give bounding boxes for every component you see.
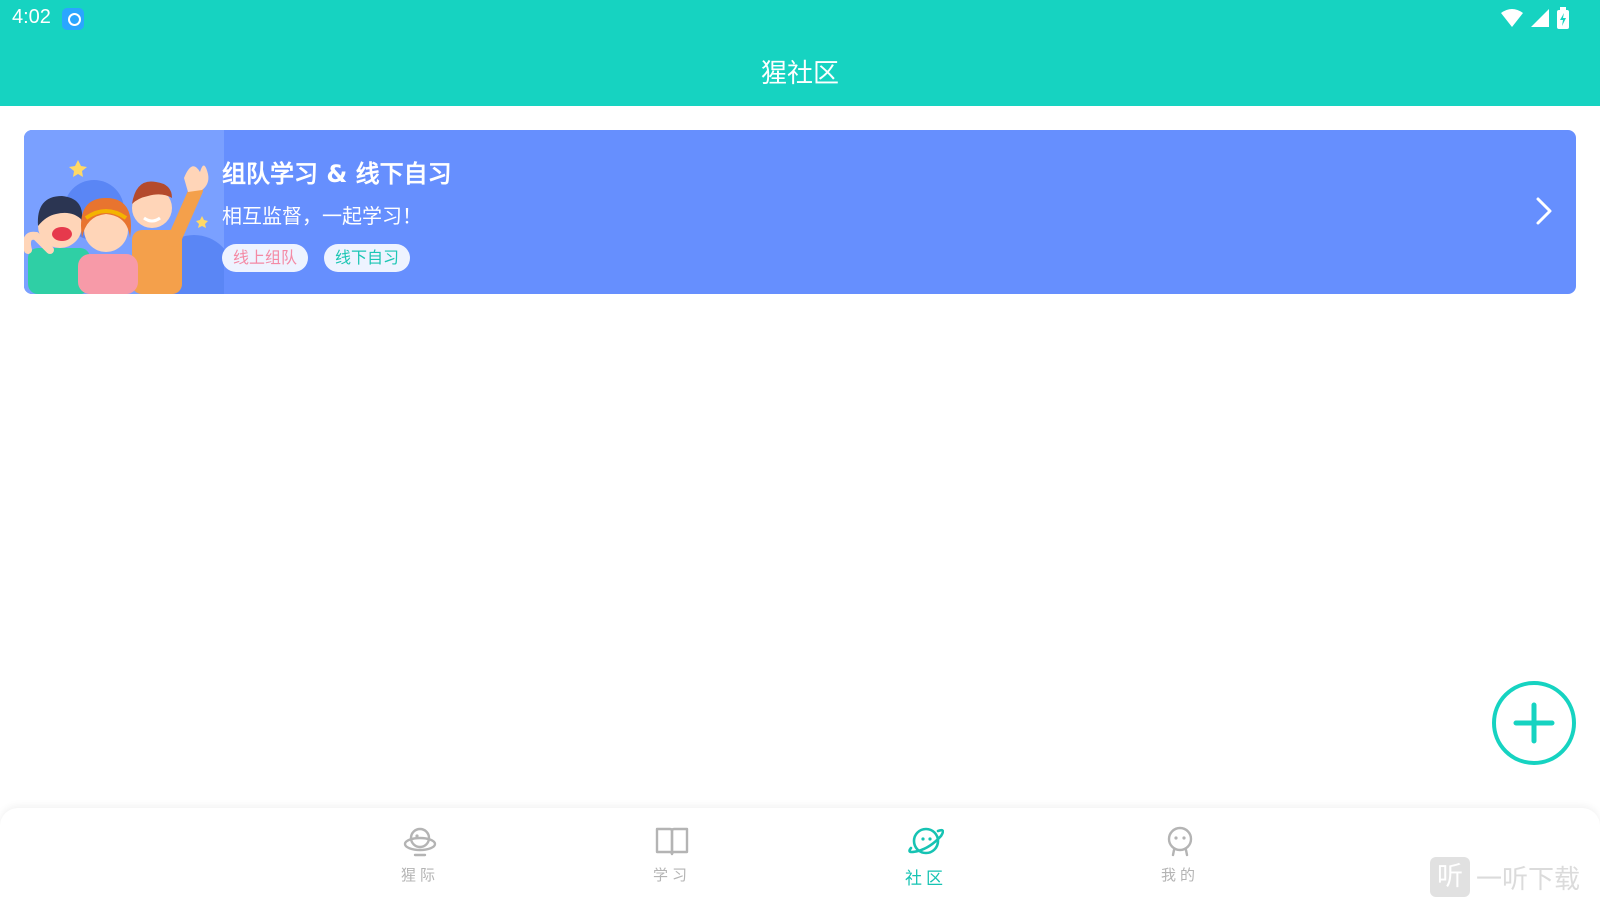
nav-label-mine: 我的 [1160, 866, 1199, 884]
nav-item-study[interactable]: 学习 [622, 824, 722, 894]
nav-item-mine[interactable]: 我的 [1130, 824, 1230, 894]
wifi-icon [1501, 9, 1523, 27]
tag-online-team[interactable]: 线上组队 [222, 244, 309, 272]
watermark-badge: 听 [1430, 857, 1470, 897]
banner-subtitle: 相互监督，一起学习！ [222, 204, 422, 228]
bottom-navigation: 猩际 学习 社区 我的 听 一听下载 [0, 808, 1600, 900]
battery-charging-icon [1557, 7, 1569, 29]
open-book-icon [655, 827, 689, 856]
plus-icon [1513, 702, 1555, 744]
face-icon [1167, 826, 1193, 857]
tag-offline-study[interactable]: 线下自习 [324, 244, 411, 272]
chevron-right-icon[interactable] [1534, 196, 1554, 226]
study-group-banner[interactable]: 组队学习 & 线下自习 相互监督，一起学习！ 线上组队 线下自习 [24, 130, 1576, 294]
nav-label-xingji: 猩际 [400, 866, 439, 884]
add-post-button[interactable] [1492, 681, 1576, 765]
watermark-text: 一听下载 [1476, 864, 1581, 895]
app-notification-icon [62, 8, 84, 30]
nav-item-xingji[interactable]: 猩际 [370, 824, 470, 894]
top-bar: 4:02 猩社区 [0, 0, 1600, 106]
planet-icon [908, 827, 944, 855]
banner-title: 组队学习 & 线下自习 [222, 160, 452, 188]
nav-label-community: 社区 [905, 869, 947, 889]
nav-label-study: 学习 [652, 866, 691, 884]
status-time: 4:02 [12, 6, 51, 28]
status-icons [1500, 6, 1570, 30]
nav-item-community[interactable]: 社区 [876, 824, 976, 894]
cell-signal-icon [1531, 9, 1549, 27]
watermark: 听 一听下载 [1430, 854, 1600, 900]
page-title: 猩社区 [760, 59, 839, 89]
planet-saturn-icon [403, 827, 437, 857]
students-waving-illustration [24, 130, 224, 294]
